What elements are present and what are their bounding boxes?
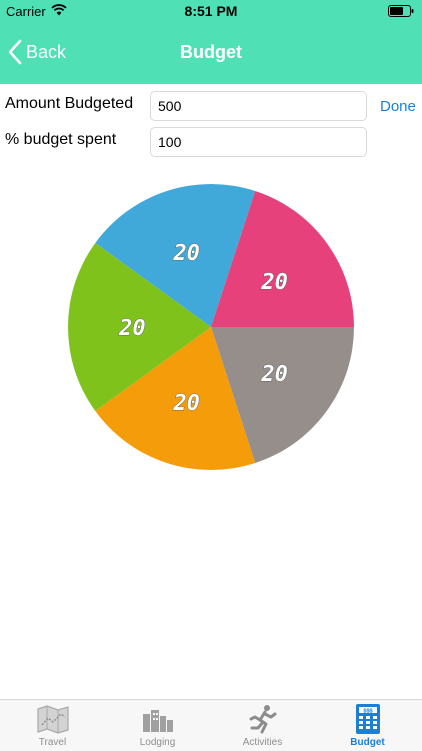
page-title: Budget: [180, 42, 242, 62]
battery-icon: [388, 5, 414, 20]
tab-activities-label: Activities: [242, 737, 283, 748]
pie-slice-label: 20: [172, 391, 200, 416]
pie-slice-label: 20: [172, 241, 200, 266]
calculator-icon: $$$: [356, 704, 380, 734]
amount-budgeted-row: Amount Budgeted Done: [0, 90, 422, 124]
budget-spent-label: % budget spent: [5, 131, 117, 148]
tab-travel[interactable]: Travel: [0, 700, 105, 751]
status-bar: Carrier 8:51 PM: [0, 0, 422, 22]
map-icon: [37, 705, 69, 734]
budget-spent-input[interactable]: [150, 127, 367, 157]
svg-text:$$$: $$$: [363, 708, 372, 714]
running-person-icon: [249, 705, 277, 734]
amount-budgeted-input[interactable]: [150, 91, 367, 121]
budget-spent-row: % budget spent: [0, 126, 422, 160]
pie-slice-label: 20: [118, 316, 146, 341]
budget-pie-chart: 20 20 20 20 20: [68, 184, 354, 470]
amount-budgeted-label: Amount Budgeted: [5, 95, 134, 112]
buildings-icon: [143, 710, 173, 732]
tab-lodging-label: Lodging: [139, 737, 176, 748]
tab-travel-label: Travel: [38, 737, 67, 748]
done-button[interactable]: Done: [380, 98, 416, 115]
tab-bar: Travel Lodging Activities $$$ Budget: [0, 699, 422, 751]
tab-activities[interactable]: Activities: [210, 700, 315, 751]
tab-budget[interactable]: $$$ Budget: [315, 700, 420, 751]
clock: 8:51 PM: [184, 3, 238, 19]
pie-slice-label: 20: [260, 270, 288, 295]
pie-slice-label: 20: [260, 362, 288, 387]
tab-lodging[interactable]: Lodging: [105, 700, 210, 751]
navigation-bar: Back Budget: [0, 22, 422, 84]
tab-budget-label: Budget: [350, 737, 385, 748]
